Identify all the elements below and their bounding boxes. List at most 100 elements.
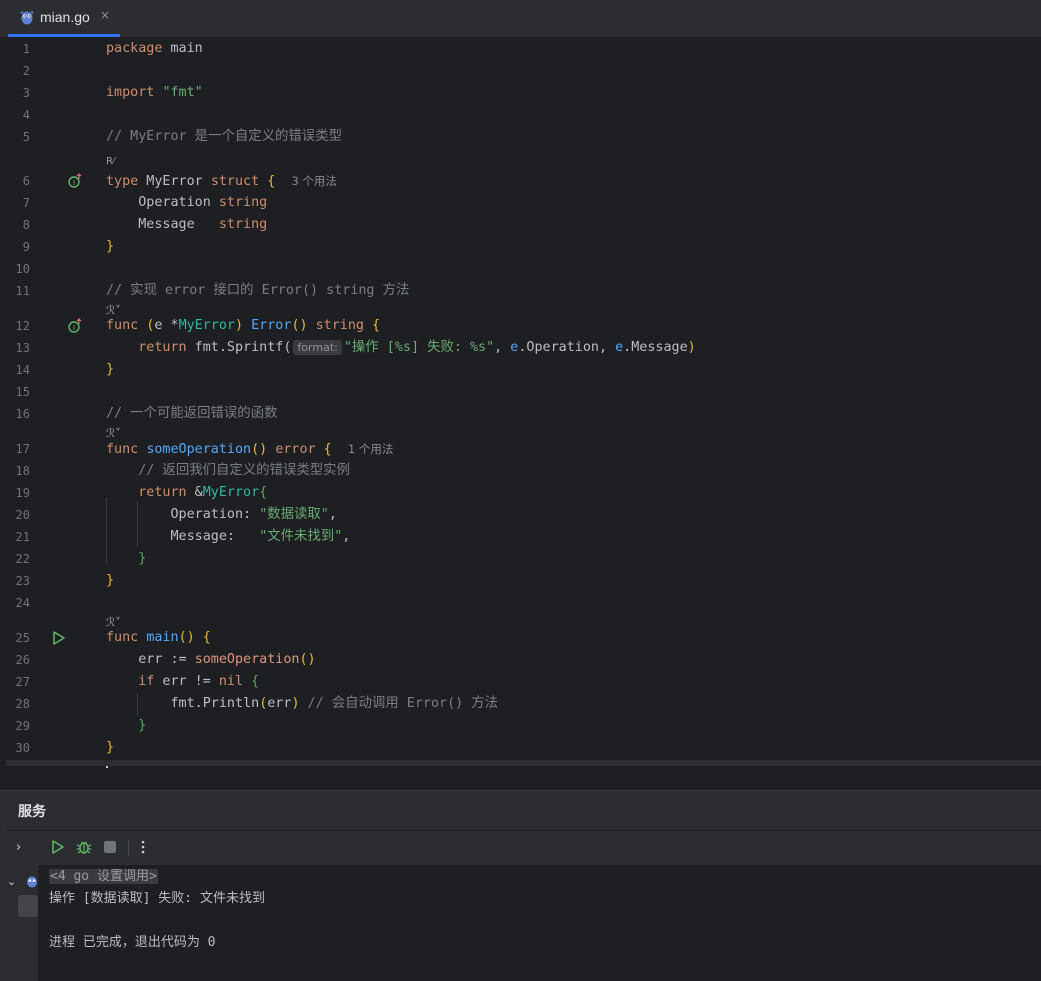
line-number: 22 — [15, 552, 30, 566]
line-number: 23 — [15, 574, 30, 588]
type-keyword: string — [218, 217, 268, 232]
usage-hint[interactable]: 3 个用法 — [291, 174, 336, 188]
receiver-type: MyError — [178, 318, 235, 333]
brace: { — [243, 674, 260, 689]
horizontal-scrollbar[interactable] — [6, 760, 1041, 766]
services-panel: 服务 › ⌄ <4 go 设置调用> 操作 [数据读取] 失败: 文件未找到 进… — [0, 791, 1041, 981]
chevron-down-icon[interactable]: ⌄ — [7, 875, 16, 888]
code-line: 18 // 返回我们自定义的错误类型实例 — [0, 460, 1041, 482]
line-number: 18 — [15, 464, 30, 478]
usage-hint[interactable]: 1 个用法 — [348, 442, 393, 456]
svg-text:I: I — [73, 324, 75, 332]
run-command-line: <4 go 设置调用> — [49, 869, 158, 884]
console-output[interactable]: <4 go 设置调用> 操作 [数据读取] 失败: 文件未找到 进程 已完成，退… — [38, 865, 1041, 981]
code-line: 26 err := someOperation() — [0, 649, 1041, 671]
code-line: 5 // MyError 是一个自定义的错误类型 — [0, 126, 1041, 148]
toolbar-separator — [128, 839, 129, 857]
implement-icon: R⁄ — [106, 156, 115, 167]
code-line: 29 } — [0, 715, 1041, 737]
debug-icon[interactable] — [76, 839, 92, 855]
code-line: 1 package main — [0, 38, 1041, 60]
code-line: 23 } — [0, 570, 1041, 592]
line-number: 8 — [22, 218, 30, 232]
line-number: 14 — [15, 363, 30, 377]
line-number: 7 — [22, 196, 30, 210]
code-line: 7 Operation string — [0, 192, 1041, 214]
services-tree: › ⌄ — [6, 831, 39, 981]
comment: // 返回我们自定义的错误类型实例 — [138, 463, 350, 478]
brace: { — [194, 630, 211, 645]
code-line: 25 func main() { — [0, 627, 1041, 649]
function-name: someOperation — [146, 442, 252, 457]
argument: err — [267, 696, 292, 711]
comment: // 会自动调用 Error() 方法 — [299, 696, 499, 711]
keyword: struct — [210, 174, 260, 189]
paren: ) — [291, 696, 300, 711]
call-expression: fmt.Sprintf( — [186, 340, 292, 355]
run-gutter-icon[interactable] — [51, 630, 67, 646]
implements-hint[interactable]: R⁄ — [106, 152, 115, 170]
code-line: 10 — [0, 258, 1041, 280]
svg-text:I: I — [73, 179, 75, 187]
line-number: 25 — [15, 631, 30, 645]
implementation-gutter-icon[interactable]: I — [67, 318, 83, 334]
keyword: if — [138, 674, 155, 689]
code-line: 21 Message: "文件未找到", — [0, 526, 1041, 548]
line-number: 26 — [15, 653, 30, 667]
paren: () — [251, 442, 268, 457]
comment: // 实现 error 接口的 Error() string 方法 — [106, 283, 410, 298]
keyword: func — [106, 630, 139, 645]
more-options-icon[interactable] — [135, 839, 151, 855]
line-number: 3 — [22, 86, 30, 100]
line-number: 29 — [15, 719, 30, 733]
line-number: 12 — [15, 319, 30, 333]
brace: } — [106, 362, 115, 377]
code-line: 30 } — [0, 737, 1041, 759]
code-line: 9 } — [0, 236, 1041, 258]
type-keyword: string — [218, 195, 268, 210]
keyword: func — [106, 318, 139, 333]
close-icon[interactable]: × — [100, 8, 110, 22]
editor-tab-bar: mian.go × — [0, 0, 1041, 38]
line-number: 13 — [15, 341, 30, 355]
comment: // MyError 是一个自定义的错误类型 — [106, 129, 342, 144]
keyword: return — [138, 340, 187, 355]
line-number: 11 — [15, 284, 30, 298]
keyword: nil — [218, 674, 244, 689]
brace: } — [106, 740, 115, 755]
line-number: 30 — [15, 741, 30, 755]
code-line: 4 — [0, 104, 1041, 126]
panel-title: 服务 — [18, 803, 46, 819]
keyword: func — [106, 442, 139, 457]
run-icon[interactable] — [50, 839, 66, 855]
brace: { — [259, 174, 276, 189]
return-type: string — [315, 318, 364, 333]
keyword: import — [106, 85, 155, 100]
code-line: 19 return &MyError{ — [0, 482, 1041, 504]
package-name: main — [162, 41, 203, 56]
line-number: 5 — [22, 130, 30, 144]
brace: } — [138, 718, 147, 733]
paren: ( — [138, 318, 155, 333]
tab-mian-go[interactable]: mian.go × — [8, 0, 120, 37]
code-line: 13 return fmt.Sprintf(format: "操作 [%s] 失败… — [0, 337, 1041, 359]
line-number: 24 — [15, 596, 30, 610]
chevron-right-icon[interactable]: › — [16, 840, 21, 855]
code-editor[interactable]: 1 package main 2 3 import "fmt" 4 5 // M… — [0, 38, 1041, 768]
brace: { — [259, 485, 268, 500]
code-line: 22 } — [0, 548, 1041, 570]
implemented-gutter-icon[interactable]: I — [67, 173, 83, 189]
stop-icon[interactable] — [104, 841, 116, 853]
brace: } — [106, 239, 115, 254]
selected-service-item[interactable] — [18, 895, 38, 917]
line-number: 6 — [22, 174, 30, 188]
go-app-icon[interactable] — [26, 874, 38, 888]
brace: } — [106, 573, 115, 588]
code-line: 12 I func (e *MyError) Error() string { — [0, 315, 1041, 337]
string-literal: "数据读取" — [259, 507, 329, 522]
line-number: 2 — [22, 64, 30, 78]
line-number: 19 — [15, 486, 30, 500]
line-number: 9 — [22, 240, 30, 254]
code-line: 6 I type MyError struct { 3 个用法 — [0, 170, 1041, 192]
receiver-ref: e — [615, 340, 624, 355]
